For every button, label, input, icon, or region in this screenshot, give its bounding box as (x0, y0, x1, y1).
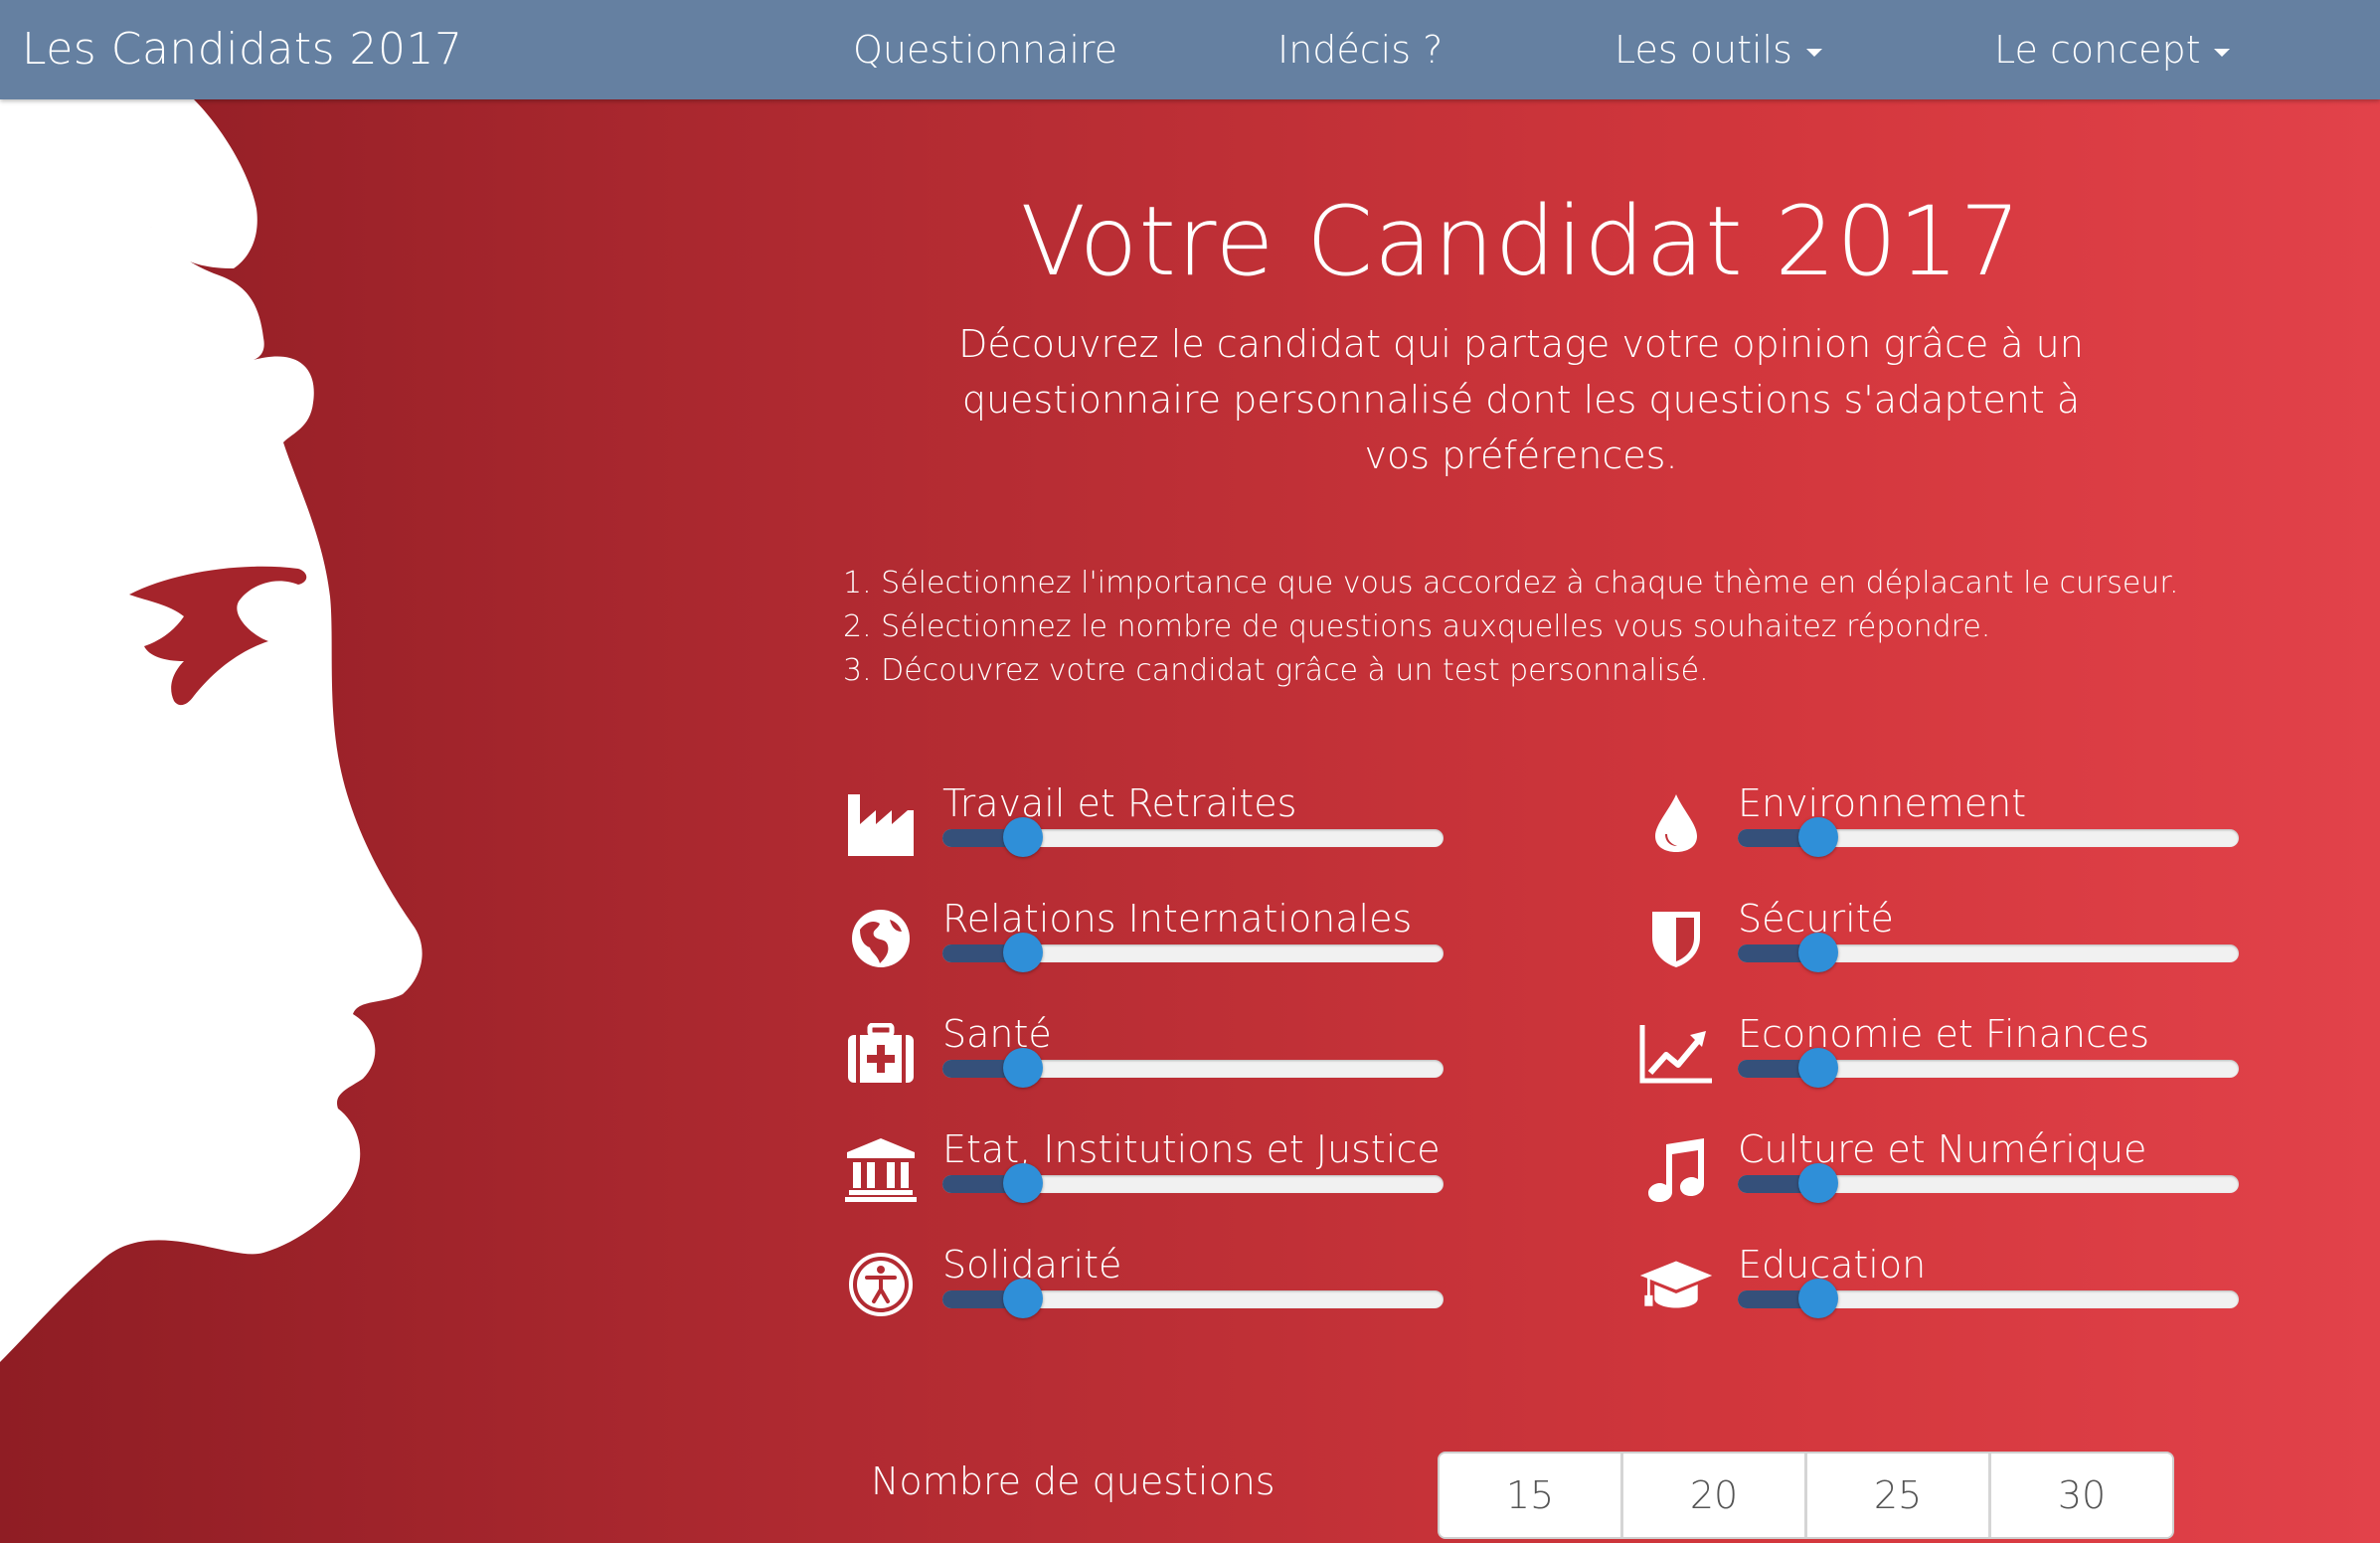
importance-slider[interactable] (942, 817, 1444, 857)
page-title: Votre Candidat 2017 (1020, 186, 2022, 297)
nav-le-concept-dropdown[interactable]: Le concept (1994, 0, 2231, 99)
theme-environnement: Environnement (1638, 781, 2334, 875)
question-count-label: Nombre de questions (871, 1459, 1275, 1503)
brand-title[interactable]: Les Candidats 2017 (22, 0, 462, 99)
theme-relations-internationales: Relations Internationales (843, 897, 1539, 990)
importance-slider[interactable] (942, 933, 1444, 972)
slider-handle[interactable] (1797, 817, 1838, 857)
theme-label: Santé (942, 1012, 1052, 1056)
importance-slider[interactable] (1738, 1048, 2239, 1088)
medkit-icon (843, 1016, 919, 1092)
importance-slider[interactable] (942, 1163, 1444, 1203)
accessibility-icon (843, 1247, 919, 1322)
nav-indecis-label: Indécis ? (1277, 28, 1444, 72)
step-item: 3. Découvrez votre candidat grâce à un t… (843, 653, 1709, 688)
slider-handle[interactable] (1797, 1048, 1838, 1088)
theme-label: Economie et Finances (1738, 1012, 2150, 1056)
slider-handle[interactable] (1797, 933, 1838, 972)
question-count-option-30[interactable]: 30 (1991, 1454, 2172, 1537)
theme-securite: Sécurité (1638, 897, 2334, 990)
nav-les-outils-label: Les outils (1615, 28, 1792, 72)
question-count-option-20[interactable]: 20 (1623, 1454, 1807, 1537)
slider-handle[interactable] (1002, 817, 1043, 857)
slider-handle[interactable] (1002, 933, 1043, 972)
nav-questionnaire[interactable]: Questionnaire (853, 0, 1117, 99)
marianne-profile-illustration (0, 99, 423, 1362)
globe-icon (843, 901, 919, 976)
question-count-selector: 15 20 25 30 (1438, 1452, 2174, 1539)
theme-label: Travail et Retraites (942, 781, 1297, 825)
slider-handle[interactable] (1797, 1279, 1838, 1318)
nav-questionnaire-label: Questionnaire (853, 28, 1118, 72)
importance-slider[interactable] (942, 1279, 1444, 1318)
slider-handle[interactable] (1002, 1048, 1043, 1088)
page-subtitle: Découvrez le candidat qui partage votre … (958, 322, 2084, 477)
slider-handle[interactable] (1002, 1279, 1043, 1318)
slider-handle[interactable] (1797, 1163, 1838, 1203)
theme-economie-et-finances: Economie et Finances (1638, 1012, 2334, 1106)
question-count-option-15[interactable]: 15 (1440, 1454, 1623, 1537)
importance-slider[interactable] (1738, 817, 2239, 857)
shield-icon (1638, 901, 1714, 976)
navbar: Les Candidats 2017 Questionnaire Indécis… (0, 0, 2380, 99)
theme-education: Education (1638, 1243, 2334, 1336)
drop-icon (1638, 785, 1714, 861)
importance-slider[interactable] (1738, 1279, 2239, 1318)
caret-down-icon (1805, 48, 1822, 57)
importance-slider[interactable] (942, 1048, 1444, 1088)
theme-travail-et-retraites: Travail et Retraites (843, 781, 1539, 875)
importance-slider[interactable] (1738, 1163, 2239, 1203)
nav-les-outils-dropdown[interactable]: Les outils (1615, 0, 1822, 99)
theme-etat-institutions-et-justice: Etat, Institutions et Justice (843, 1127, 1539, 1221)
graduation-cap-icon (1638, 1247, 1714, 1322)
music-icon (1638, 1131, 1714, 1207)
nav-le-concept-label: Le concept (1994, 28, 2201, 72)
theme-culture-et-numerique: Culture et Numérique (1638, 1127, 2334, 1221)
theme-sante: Santé (843, 1012, 1539, 1106)
question-count-option-25[interactable]: 25 (1807, 1454, 1991, 1537)
importance-slider[interactable] (1738, 933, 2239, 972)
nav-indecis[interactable]: Indécis ? (1277, 0, 1443, 99)
theme-label: Culture et Numérique (1738, 1127, 2147, 1171)
theme-solidarite: Solidarité (843, 1243, 1539, 1336)
line-chart-icon (1638, 1016, 1714, 1092)
instruction-steps: 1. Sélectionnez l'importance que vous ac… (843, 562, 2179, 693)
caret-down-icon (2214, 48, 2231, 57)
step-item: 1. Sélectionnez l'importance que vous ac… (843, 566, 2179, 600)
institution-icon (843, 1131, 919, 1207)
theme-label: Education (1738, 1243, 1927, 1286)
step-item: 2. Sélectionnez le nombre de questions a… (843, 609, 1991, 644)
theme-label: Environnement (1738, 781, 2027, 825)
slider-handle[interactable] (1002, 1163, 1043, 1203)
factory-icon (843, 785, 919, 861)
